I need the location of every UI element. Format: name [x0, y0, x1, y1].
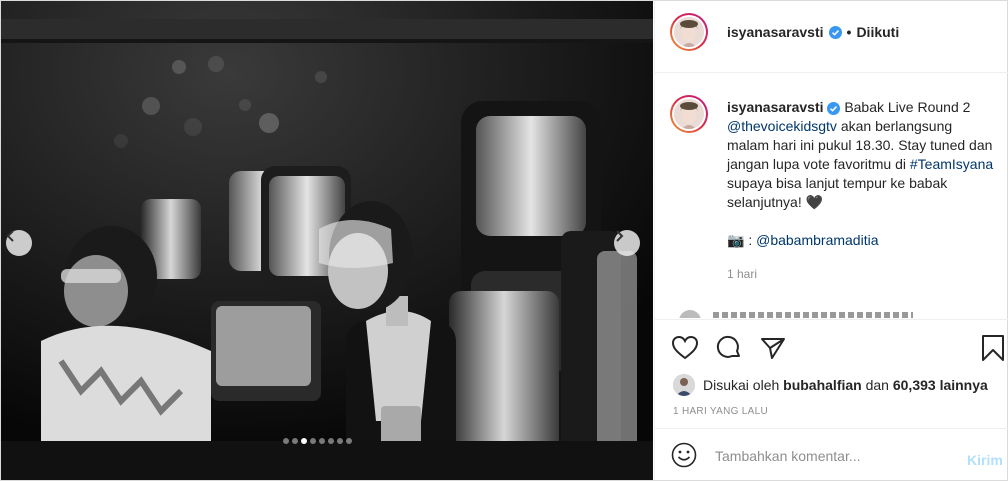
avatar-portrait-icon: [673, 374, 695, 396]
mention-link[interactable]: @thevoicekidsgtv: [727, 118, 837, 134]
photo-credit-link[interactable]: @babambramaditia: [756, 232, 878, 248]
post-actions: Disukai oleh bubahalfian dan 60,393 lain…: [655, 319, 1008, 417]
carousel-dot: [310, 438, 316, 444]
emoji-icon[interactable]: [671, 442, 697, 468]
carousel-prev-button[interactable]: [6, 230, 32, 256]
comment-icon[interactable]: [715, 334, 743, 362]
credit-separator: :: [748, 232, 753, 248]
caption-author-avatar[interactable]: [670, 95, 708, 133]
black-heart-emoji: 🖤: [805, 194, 824, 210]
carousel-dot: [292, 438, 298, 444]
carousel-dot: [283, 438, 289, 444]
caption-text: supaya bisa lanjut tempur ke babak selan…: [727, 175, 948, 210]
comment-peek: [675, 310, 975, 318]
add-comment-bar: Kirim: [655, 428, 1008, 481]
share-icon[interactable]: [759, 334, 787, 362]
chevron-left-icon: [6, 230, 14, 242]
liked-by-and: dan: [865, 377, 889, 393]
post-comment-button[interactable]: Kirim: [967, 452, 1003, 468]
post-sidebar: isyanasaravsti • Diikuti isyanasaravsti …: [654, 1, 1008, 480]
heart-icon[interactable]: [671, 334, 699, 362]
photo-illustration: [1, 1, 653, 480]
likes-count-link[interactable]: 60,393 lainnya: [893, 377, 988, 393]
verified-badge-icon: [827, 101, 841, 115]
post-caption: isyanasaravsti Babak Live Round 2 @thevo…: [727, 98, 997, 250]
caption-timestamp[interactable]: 1 hari: [727, 267, 757, 281]
following-button[interactable]: Diikuti: [856, 24, 899, 40]
comment-input[interactable]: [713, 445, 937, 467]
author-avatar[interactable]: [670, 13, 708, 51]
avatar-portrait-icon: [674, 99, 704, 129]
likes-summary: Disukai oleh bubahalfian dan 60,393 lain…: [673, 374, 988, 396]
follow-separator: •: [846, 24, 852, 40]
carousel-dot: [328, 438, 334, 444]
post-photo[interactable]: [1, 1, 653, 480]
carousel-dot: [337, 438, 343, 444]
post-header: isyanasaravsti • Diikuti: [655, 1, 1008, 73]
instagram-post-embed: isyanasaravsti • Diikuti isyanasaravsti …: [0, 0, 1008, 481]
carousel-next-button[interactable]: [614, 230, 640, 256]
liked-by-user-link[interactable]: bubahalfian: [783, 377, 862, 393]
liked-by-prefix: Disukai oleh: [703, 377, 780, 393]
carousel-dot: [301, 438, 307, 444]
author-username[interactable]: isyanasaravsti: [727, 24, 824, 40]
caption-username[interactable]: isyanasaravsti: [727, 99, 824, 115]
verified-badge-icon: [828, 25, 842, 39]
avatar-portrait-icon: [674, 17, 704, 47]
liker-avatar[interactable]: [673, 374, 695, 396]
post-timestamp[interactable]: 1 HARI YANG LALU: [673, 406, 768, 417]
carousel-dot: [319, 438, 325, 444]
carousel-indicator: [283, 438, 352, 444]
carousel-dot: [346, 438, 352, 444]
bookmark-icon[interactable]: [979, 334, 1007, 362]
caption-text: Babak Live Round 2: [844, 99, 971, 115]
camera-icon: 📷: [727, 232, 745, 248]
chevron-right-icon: [616, 230, 624, 242]
hashtag-link[interactable]: #TeamIsyana: [910, 156, 993, 172]
